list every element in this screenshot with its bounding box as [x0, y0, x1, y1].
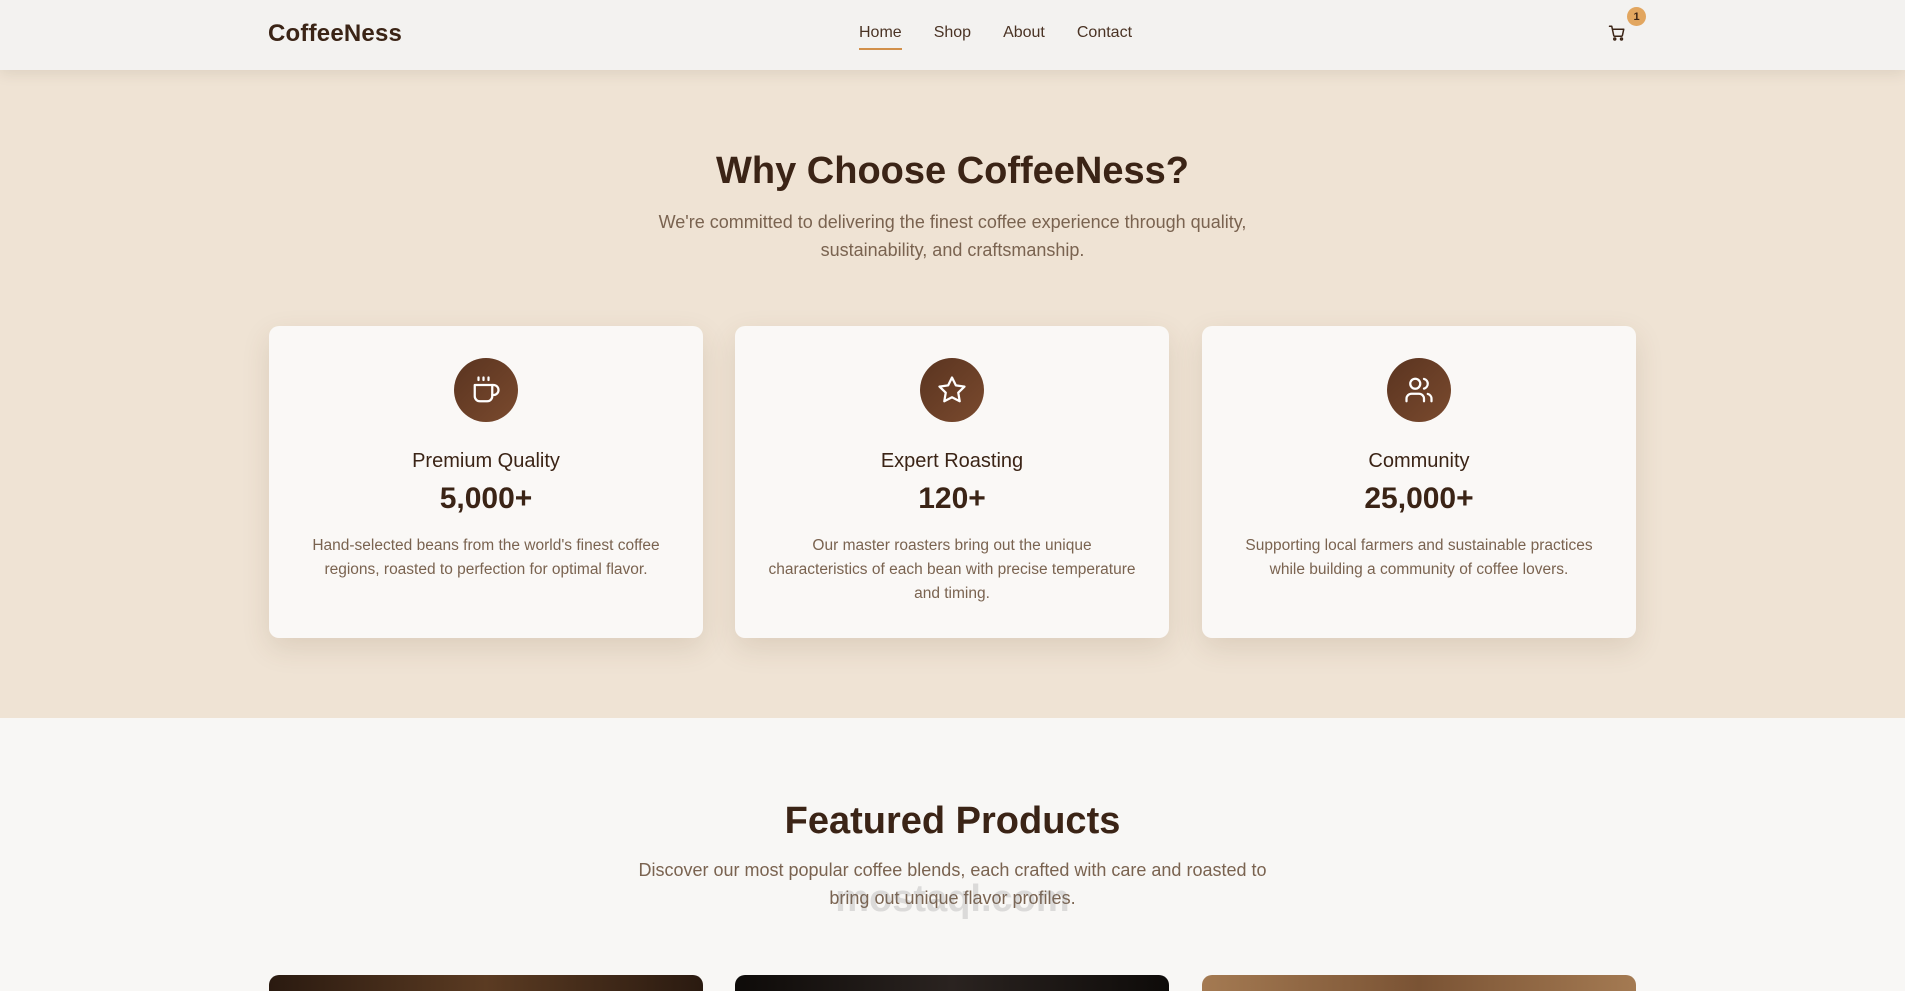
featured-subtitle: Discover our most popular coffee blends,…	[638, 860, 1267, 908]
card-stat: 25,000+	[1364, 482, 1474, 515]
main-menu: Home Shop About Contact	[859, 24, 1132, 50]
why-title: Why Choose CoffeeNess?	[716, 150, 1189, 192]
card-description: Our master roasters bring out the unique…	[768, 537, 1136, 602]
feature-card-community: Community 25,000+ Supporting local farme…	[1202, 326, 1636, 638]
card-title: Expert Roasting	[880, 450, 1024, 472]
users-icon	[1387, 358, 1451, 422]
featured-products-section: Featured Products Discover our most popu…	[0, 718, 1905, 991]
nav-link-contact[interactable]: Contact	[1077, 24, 1132, 50]
why-choose-section: Why Choose CoffeeNess? We're committed t…	[0, 70, 1905, 718]
feature-card-quality: Premium Quality 5,000+ Hand-selected bea…	[269, 326, 703, 638]
star-icon	[920, 358, 984, 422]
card-title: Community	[1368, 450, 1470, 472]
product-image[interactable]	[735, 975, 1169, 991]
card-stat: 5,000+	[439, 482, 533, 515]
featured-title: Featured Products	[784, 800, 1121, 842]
product-image[interactable]	[269, 975, 703, 991]
coffee-cup-icon	[454, 358, 518, 422]
feature-card-roasting: Expert Roasting 120+ Our master roasters…	[735, 326, 1169, 638]
nav-link-about[interactable]: About	[1003, 24, 1045, 50]
card-stat: 120+	[918, 482, 986, 515]
card-description: Supporting local farmers and sustainable…	[1245, 537, 1593, 578]
nav-link-shop[interactable]: Shop	[934, 24, 971, 50]
why-subtitle: We're committed to delivering the finest…	[658, 212, 1247, 260]
nav-link-home[interactable]: Home	[859, 24, 902, 50]
card-description: Hand-selected beans from the world's fin…	[312, 537, 660, 578]
brand-logo[interactable]: CoffeeNess	[268, 20, 402, 48]
top-navbar: CoffeeNess Home Shop About Contact 1	[0, 0, 1905, 70]
card-title: Premium Quality	[412, 450, 560, 472]
product-image[interactable]	[1202, 975, 1636, 991]
shopping-cart-icon[interactable]	[1608, 24, 1626, 42]
cart-count-badge: 1	[1627, 7, 1646, 26]
